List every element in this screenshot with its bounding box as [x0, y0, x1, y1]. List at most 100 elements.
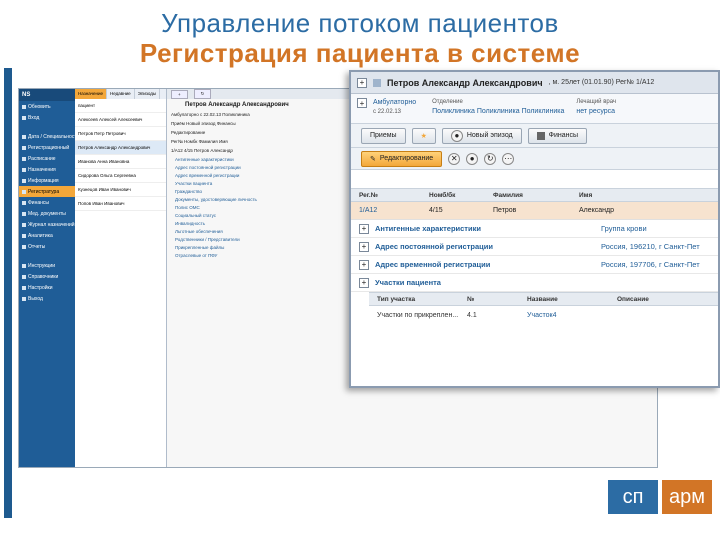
list-item[interactable]: Алексеев Алексей Алексеевич [75, 113, 166, 127]
list-item[interactable]: Петров Александр Александрович [75, 141, 166, 155]
section-label: Антигенные характеристики [375, 224, 481, 233]
sidebar-item[interactable]: Регистрационный [19, 142, 75, 153]
col-district-num[interactable]: № [459, 296, 519, 303]
table-row[interactable]: 1/А12 4/15 Петров Александр [351, 202, 718, 220]
add-button[interactable]: + [171, 89, 188, 99]
expand-section-icon[interactable]: + [359, 277, 369, 288]
list-tab[interactable]: Недавние [107, 89, 135, 99]
patient-info: , м. 25лет (01.01.90) Рег№ 1/А12 [548, 79, 655, 86]
doctor-value[interactable]: нет ресурса [576, 108, 615, 115]
list-item[interactable]: Сидорова Ольга Сергеевна [75, 169, 166, 183]
col-district-type[interactable]: Тип участка [369, 296, 459, 303]
edit-label: Редактирование [379, 155, 434, 162]
districts-table-header: Тип участка № Название Описание [369, 292, 718, 306]
sidebar-item-icon [22, 145, 26, 150]
section-value: Россия, 197706, г Санкт-Пет [601, 260, 700, 269]
favorite-button[interactable]: ★ [411, 127, 436, 144]
logo-part-2: арм [662, 480, 712, 514]
list-item[interactable]: Петров Петр Петрович [75, 127, 166, 141]
sidebar-item[interactable]: Справочники [19, 271, 75, 282]
list-tab[interactable]: Эпизоды [135, 89, 161, 99]
slide: Управление потоком пациентов Регистрация… [0, 0, 720, 540]
expand-icon[interactable]: + [357, 77, 367, 88]
info-section[interactable]: + Адрес временной регистрации Россия, 1977… [351, 256, 718, 274]
col-surname[interactable]: Фамилия [485, 192, 571, 199]
sidebar-item[interactable]: Настройки [19, 282, 75, 293]
logo-part-1: сп [608, 480, 658, 514]
episode-date: с 22.02.13 [373, 109, 402, 115]
sidebar-item-label: Назначения [28, 166, 56, 173]
expand-section-icon[interactable]: + [359, 259, 369, 270]
sidebar-item[interactable]: Инструкции [19, 260, 75, 271]
sidebar-item-icon [22, 104, 26, 109]
more-icon[interactable]: ⋯ [502, 152, 515, 165]
sidebar-item[interactable]: Отчеты [19, 241, 75, 252]
edit-button[interactable]: ✎ Редактирование [361, 150, 443, 167]
section-label: Участки пациента [375, 278, 441, 287]
refresh-icon[interactable]: ↻ [484, 152, 497, 165]
sidebar-item[interactable]: Вход [19, 112, 75, 123]
sidebar-item-icon [22, 296, 26, 301]
sidebar-item[interactable]: Регистратура [19, 186, 75, 197]
delete-icon[interactable]: ✕ [448, 152, 461, 165]
sidebar-item[interactable]: Аналитика [19, 230, 75, 241]
sidebar-item-label: Настройки [28, 284, 53, 291]
sidebar-item[interactable]: Финансы [19, 197, 75, 208]
info-section[interactable]: + Антигенные характеристики Группа крови [351, 220, 718, 238]
episode-toolbar: Приемы ★ ● Новый эпизод Финансы [351, 124, 718, 148]
info-section[interactable]: + Адрес постоянной регистрации Россия, 196… [351, 238, 718, 256]
list-item[interactable]: Попов Иван Иванович [75, 197, 166, 211]
patient-list-panel: Назначение Недавние Эпизоды пациент Алексее… [75, 89, 167, 467]
col-name[interactable]: Имя [571, 192, 651, 199]
district-type: Участки по прикреплен... [377, 311, 459, 319]
new-episode-button[interactable]: ● Новый эпизод [441, 127, 522, 144]
sidebar-item-icon [22, 167, 26, 172]
expand-episode-icon[interactable]: + [357, 98, 367, 108]
sidebar-item[interactable]: Выход [19, 293, 75, 304]
edit-icon: ✎ [370, 155, 376, 163]
sidebar-item-icon [22, 156, 26, 161]
section-value: Группа крови [601, 224, 647, 233]
sidebar-item[interactable]: Информация [19, 175, 75, 186]
patient-card-icon [373, 78, 381, 87]
slide-subtitle: Регистрация пациента в системе [139, 38, 581, 68]
list-tab[interactable]: Назначение [75, 89, 108, 99]
info-section[interactable]: + Участки пациента [351, 274, 718, 292]
list-item[interactable]: Иванова Анна Ивановна [75, 155, 166, 169]
sidebar-item[interactable]: Обновить [19, 101, 75, 112]
sidebar-item-icon [22, 115, 26, 120]
dept-label: Отделение [432, 99, 463, 105]
sidebar-item[interactable]: Назначения [19, 164, 75, 175]
sidebar-item[interactable]: Расписание [19, 153, 75, 164]
cell-name: Александр [579, 207, 615, 214]
sidebar-item-label: Дата / Специальность [28, 133, 75, 140]
episode-cell[interactable]: Амбулаторно с 22.02.13 [373, 98, 416, 117]
sidebar-item[interactable]: Журнал назначений [19, 219, 75, 230]
cell-regnum: 1/А12 [359, 207, 378, 214]
col-card[interactable]: Номб/бк [421, 192, 485, 199]
sidebar-item-icon [22, 274, 26, 279]
list-item[interactable]: пациент [75, 99, 166, 113]
finance-button[interactable]: Финансы [527, 127, 588, 144]
refresh-button[interactable]: ↻ [193, 89, 212, 99]
list-item[interactable]: Кузнецов Иван Иванович [75, 183, 166, 197]
district-row[interactable]: Участки по прикреплен... 4.1 Участок4 [369, 306, 718, 324]
dept-cell: Отделение Поликлиника Поликлиника Поликл… [432, 98, 564, 117]
district-num: 4.1 [467, 311, 477, 319]
col-district-desc[interactable]: Описание [609, 296, 689, 303]
sidebar-item[interactable]: Мед. документы [19, 208, 75, 219]
expand-section-icon[interactable]: + [359, 223, 369, 234]
episode-row: + Амбулаторно с 22.02.13 Отделение Полик… [351, 94, 718, 124]
record-icon[interactable]: ● [466, 152, 479, 165]
col-regnum[interactable]: Рег.№ [351, 192, 421, 199]
sidebar-item-icon [22, 178, 26, 183]
expand-section-icon[interactable]: + [359, 241, 369, 252]
sidebar-item[interactable]: Дата / Специальность [19, 131, 75, 142]
dept-value[interactable]: Поликлиника Поликлиника Поликлиника [432, 108, 564, 115]
sidebar-item-icon [22, 134, 26, 139]
section-value: Россия, 196210, г Санкт-Пет [601, 242, 700, 251]
col-district-name[interactable]: Название [519, 296, 609, 303]
receptions-button[interactable]: Приемы [361, 127, 406, 144]
